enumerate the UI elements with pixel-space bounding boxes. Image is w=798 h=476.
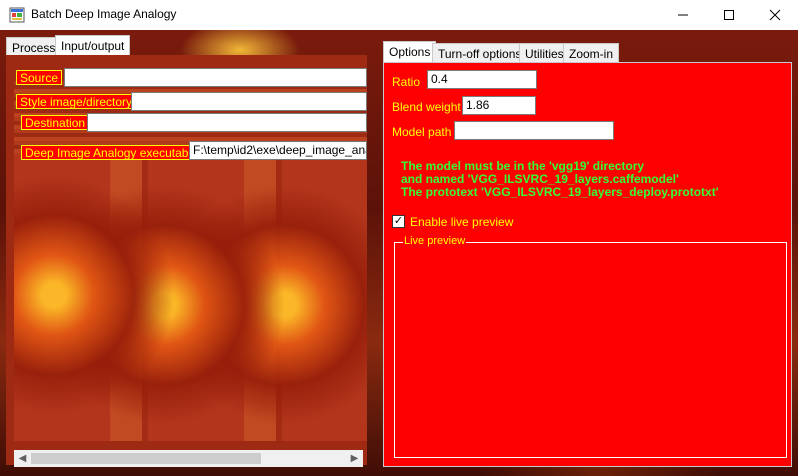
tab-input-output[interactable]: Input/output xyxy=(55,35,131,57)
scroll-left-arrow-icon[interactable]: ◀ xyxy=(14,450,31,467)
tab-process[interactable]: Process xyxy=(6,37,62,57)
scrollbar-thumb[interactable] xyxy=(31,453,261,464)
horizontal-scrollbar[interactable]: ◀ ▶ xyxy=(14,450,363,467)
source-label: Source xyxy=(16,70,63,85)
live-preview-checkbox-label[interactable]: Enable live preview xyxy=(410,215,513,229)
destination-input[interactable] xyxy=(87,113,367,132)
background-image xyxy=(14,155,367,441)
model-path-label: Model path xyxy=(392,125,452,139)
maximize-button[interactable] xyxy=(706,0,752,30)
source-input[interactable] xyxy=(64,68,367,87)
destination-label: Destination xyxy=(21,115,90,130)
ratio-label: Ratio xyxy=(392,75,421,89)
tab-options[interactable]: Options xyxy=(383,41,437,62)
style-label: Style image/directory xyxy=(16,94,137,109)
style-input[interactable] xyxy=(131,92,367,111)
blend-weight-label: Blend weight xyxy=(392,100,461,114)
tab-zoom-in[interactable]: Zoom-in xyxy=(563,43,620,63)
options-panel: Ratio 0.4 Blend weight 1.86 Model path T… xyxy=(383,62,792,467)
executable-label: Deep Image Analogy executable xyxy=(21,145,202,160)
title-bar: Batch Deep Image Analogy xyxy=(0,0,798,30)
scroll-right-arrow-icon[interactable]: ▶ xyxy=(346,450,363,467)
input-output-panel: Source Style image/directory Destination… xyxy=(6,55,367,465)
close-button[interactable] xyxy=(752,0,798,30)
minimize-icon xyxy=(678,14,688,16)
live-preview-checkbox[interactable]: ✓ xyxy=(392,215,405,228)
ratio-input[interactable]: 0.4 xyxy=(427,70,537,89)
minimize-button[interactable] xyxy=(660,0,706,30)
model-path-input[interactable] xyxy=(454,121,614,140)
live-preview-group: Live preview xyxy=(394,235,787,458)
model-note: The model must be in the 'vgg19' directo… xyxy=(401,159,719,199)
executable-input[interactable]: F:\temp\id2\exe\deep_image_analo xyxy=(189,141,367,160)
tab-turn-off-options[interactable]: Turn-off options xyxy=(432,43,528,63)
maximize-icon xyxy=(724,10,734,20)
client-area: Process Input/output Source Style image/… xyxy=(0,30,798,476)
blend-weight-input[interactable]: 1.86 xyxy=(462,96,536,115)
window-title: Batch Deep Image Analogy xyxy=(31,7,177,21)
close-icon xyxy=(769,9,781,21)
live-preview-group-label: Live preview xyxy=(403,235,467,247)
app-icon xyxy=(9,7,25,23)
